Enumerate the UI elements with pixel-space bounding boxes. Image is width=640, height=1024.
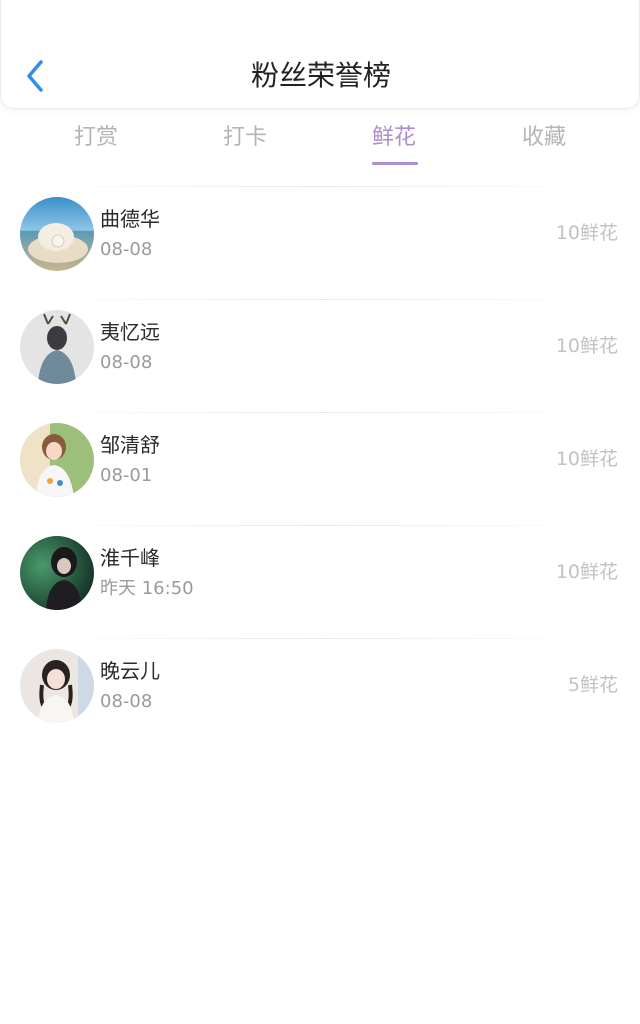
header-bar: 粉丝荣誉榜	[0, 0, 640, 109]
avatar	[20, 310, 94, 384]
fan-list: 曲德华 08-08 10鲜花 夷忆远 08-08 10鲜花 邹清舒 08-01 …	[0, 186, 640, 751]
fan-date: 08-08	[100, 352, 153, 373]
divider	[96, 186, 546, 187]
flower-count: 10鲜花	[555, 448, 618, 470]
page-title: 粉丝荣誉榜	[250, 59, 391, 92]
divider	[96, 638, 546, 639]
tab-checkin[interactable]: 打卡	[185, 118, 305, 158]
flower-count: 10鲜花	[555, 222, 618, 244]
avatar	[20, 197, 94, 271]
fan-name: 淮千峰	[100, 546, 160, 570]
tab-flowers[interactable]: 鲜花	[334, 118, 454, 165]
avatar	[20, 649, 94, 723]
divider	[96, 412, 546, 413]
flower-count: 10鲜花	[555, 561, 618, 583]
active-tab-indicator	[372, 162, 418, 165]
fan-name: 晚云儿	[100, 659, 160, 683]
fan-date: 昨天 16:50	[100, 578, 194, 599]
tab-reward[interactable]: 打赏	[36, 118, 156, 158]
fan-name: 曲德华	[100, 207, 160, 231]
flower-count: 10鲜花	[555, 335, 618, 357]
fan-date: 08-01	[100, 465, 153, 486]
fan-date: 08-08	[100, 691, 153, 712]
flower-count: 5鲜花	[567, 674, 618, 696]
list-item[interactable]: 邹清舒 08-01 10鲜花	[0, 412, 640, 525]
tab-flowers-label: 鲜花	[371, 125, 416, 150]
avatar	[20, 536, 94, 610]
list-item[interactable]: 淮千峰 昨天 16:50 10鲜花	[0, 525, 640, 638]
divider	[96, 299, 546, 300]
fan-name: 夷忆远	[100, 320, 160, 344]
divider	[96, 525, 546, 526]
tab-bar: 打赏 打卡 鲜花 收藏	[0, 118, 640, 170]
tab-favorites[interactable]: 收藏	[484, 118, 604, 158]
fan-date: 08-08	[100, 239, 153, 260]
list-item[interactable]: 曲德华 08-08 10鲜花	[0, 186, 640, 299]
avatar	[20, 423, 94, 497]
fan-name: 邹清舒	[100, 433, 160, 457]
list-item[interactable]: 夷忆远 08-08 10鲜花	[0, 299, 640, 412]
list-item[interactable]: 晚云儿 08-08 5鲜花	[0, 638, 640, 751]
